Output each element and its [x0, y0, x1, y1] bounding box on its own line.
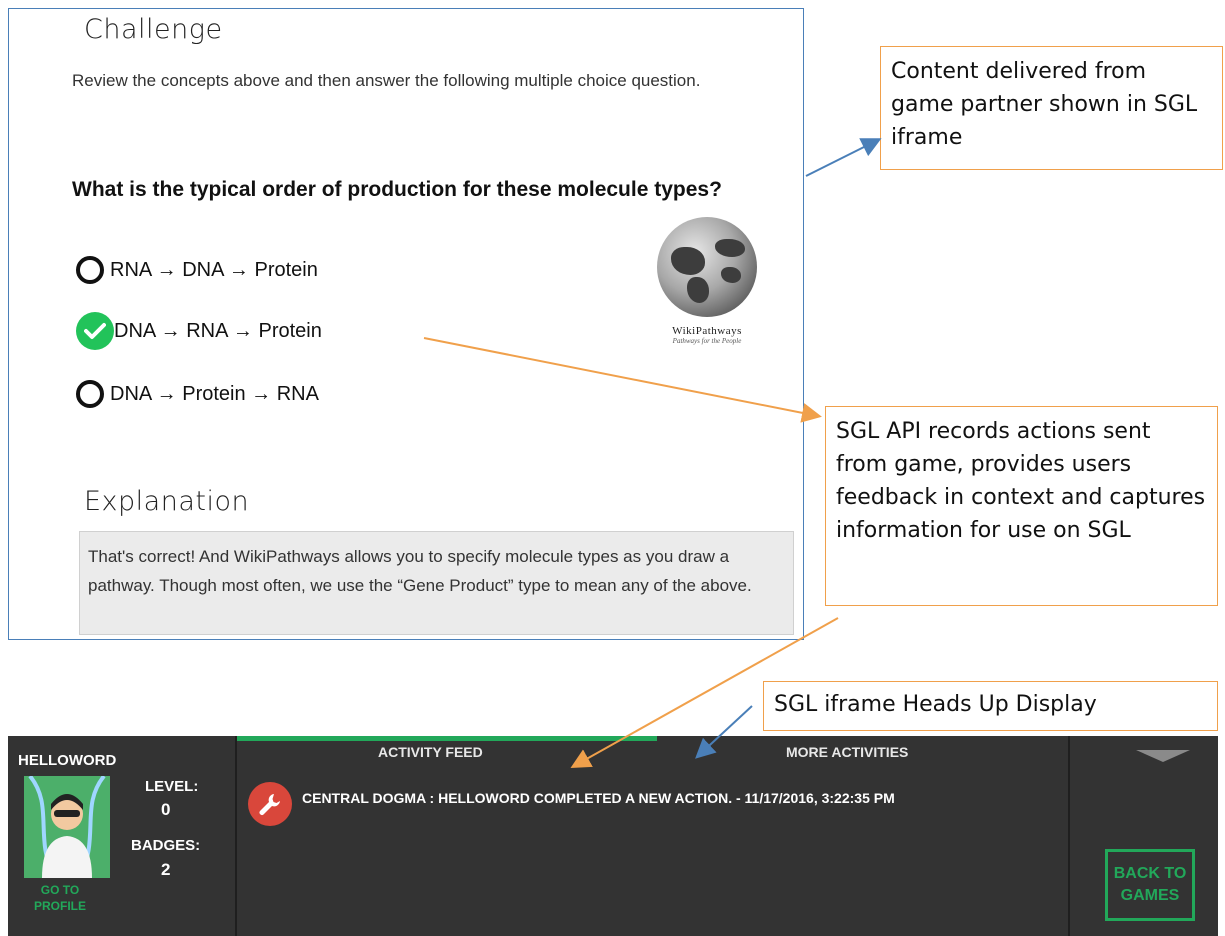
arrow-to-iframe	[805, 138, 882, 177]
arrow-to-choice	[423, 337, 822, 423]
arrow-to-activity-feed	[570, 617, 839, 768]
arrow-to-hud	[695, 705, 753, 759]
annotation-arrows	[423, 138, 882, 768]
